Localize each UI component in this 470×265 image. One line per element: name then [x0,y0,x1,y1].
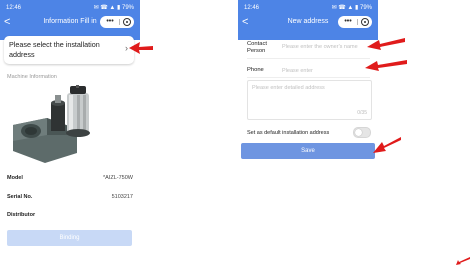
status-time: 12:46 [244,5,260,11]
status-icons: ✉ ☎ ▲ ▮ 79% [331,5,372,11]
close-circle-icon[interactable] [361,18,369,26]
form-divider [247,77,370,78]
detail-row-serial: Serial No. 5103217 [7,193,133,202]
save-button[interactable]: Save [241,143,375,159]
miniprogram-capsule: ••• [338,16,372,28]
status-bar: 12:46 ✉ ☎ ▲ ▮ 79% [6,4,134,12]
installation-address-selector[interactable]: Please select the installation address › [4,36,134,64]
app-header: 12:46 ✉ ☎ ▲ ▮ 79% < Information Fill in … [0,0,140,40]
detail-row-distributor: Distributor [7,211,133,220]
annotation-arrow-icon [129,42,153,54]
more-icon[interactable]: ••• [341,16,355,27]
toggle-knob [355,129,362,136]
phone-input[interactable]: Please enter [282,68,313,74]
detailed-address-textarea[interactable]: Please enter detailed address 0/35 [247,80,372,120]
miniprogram-capsule: ••• [100,16,134,28]
title-bar: < Information Fill in ••• [0,14,140,30]
app-header: 12:46 ✉ ☎ ▲ ▮ 79% < New address ••• [238,0,378,40]
model-label: Model [7,175,23,181]
default-address-label: Set as default installation address [247,130,330,136]
capsule-divider [119,19,120,25]
information-fill-in-screen: 12:46 ✉ ☎ ▲ ▮ 79% < Information Fill in … [0,0,140,265]
annotation-arrow-icon [367,38,405,50]
status-icons: ✉ ☎ ▲ ▮ 79% [93,5,134,11]
address-placeholder: Please enter detailed address [252,85,325,91]
model-value: *AIZL-750W [103,175,133,181]
machine-image [13,85,90,163]
title-bar: < New address ••• [238,14,378,30]
status-bar: 12:46 ✉ ☎ ▲ ▮ 79% [244,4,372,12]
annotation-arrow-icon [456,257,470,265]
annotation-arrow-icon [365,60,407,71]
contact-person-input[interactable]: Please enter the owner's name [282,44,358,50]
form-divider [247,58,370,59]
installation-address-prompt: Please select the installation address [9,40,100,59]
status-time: 12:46 [6,5,22,11]
close-circle-icon[interactable] [123,18,131,26]
capsule-divider [357,19,358,25]
serial-label: Serial No. [7,194,33,200]
phone-label: Phone [247,67,264,73]
annotation-arrow-icon [373,137,401,153]
address-char-count: 0/35 [357,110,367,116]
machine-info-heading: Machine Information [7,74,57,80]
more-icon[interactable]: ••• [103,16,117,27]
new-address-screen: 12:46 ✉ ☎ ▲ ▮ 79% < New address ••• Cont… [238,0,378,265]
default-address-toggle[interactable] [353,127,371,138]
distributor-label: Distributor [7,212,36,218]
detail-row-model: Model *AIZL-750W [7,174,133,183]
binding-button[interactable]: Binding [7,230,132,246]
serial-value: 5103217 [111,194,133,200]
contact-person-label: Contact Person [247,41,267,54]
